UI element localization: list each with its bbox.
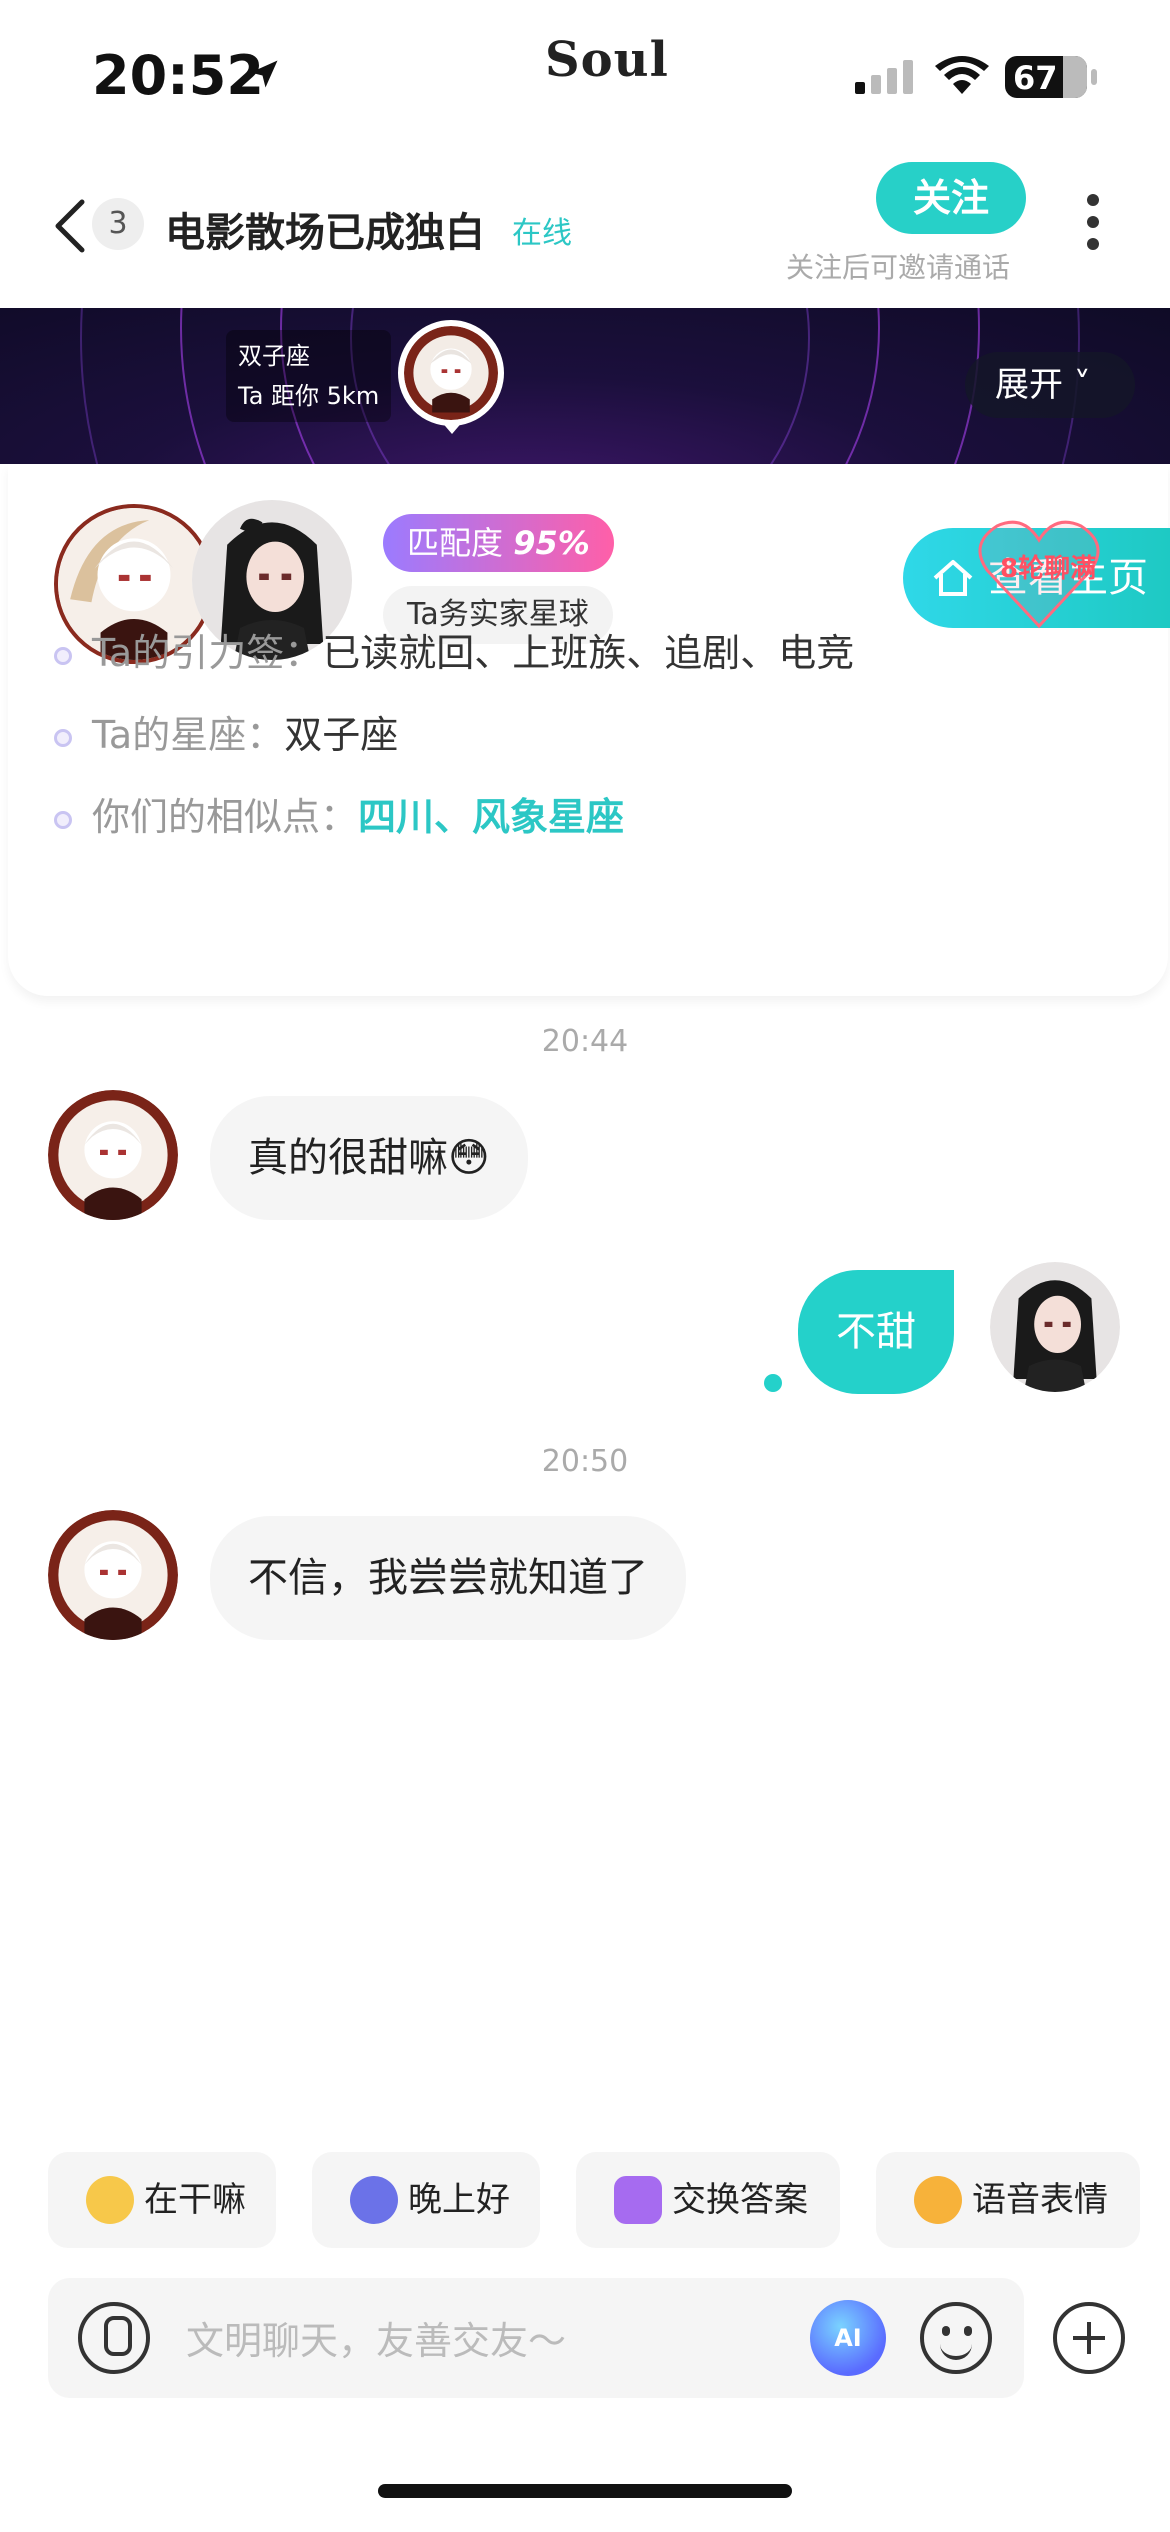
chat-header: 3 电影散场已成独白 在线 关注 关注后可邀请通话 [0, 150, 1170, 308]
their-chat-avatar[interactable] [48, 1090, 178, 1220]
map-pin-pointer [440, 420, 464, 434]
row-value: 已读就回、上班族、追剧、电竞 [322, 631, 855, 675]
their-chat-avatar[interactable] [48, 1510, 178, 1640]
quick-reply-label: 在干嘛 [144, 2180, 246, 2220]
cellular-signal-icon [855, 60, 913, 94]
status-time: 20:52 [92, 44, 264, 107]
voice-emoji-icon [914, 2176, 962, 2224]
follow-button[interactable]: 关注 [876, 162, 1026, 234]
sent-status-dot [764, 1374, 782, 1392]
banner-distance: Ta 距你 5km [238, 382, 380, 410]
message-timestamp: 20:50 [541, 1444, 629, 1479]
bullet-dot [54, 810, 72, 829]
quick-reply-label: 交换答案 [672, 2180, 808, 2220]
wifi-icon [935, 56, 989, 94]
location-arrow-icon [250, 60, 278, 88]
match-score-badge: 匹配度 95% [383, 514, 614, 572]
banner-avatar[interactable] [398, 320, 504, 426]
attraction-tags-row: Ta的引力签：已读就回、上班族、追剧、电竞 [54, 622, 854, 677]
unread-count-badge[interactable]: 3 [92, 198, 144, 250]
message-input-bar: 文明聊天，友善交友～ AI [48, 2278, 1024, 2398]
quick-reply-chip[interactable]: 交换答案 [576, 2152, 840, 2248]
home-icon [933, 560, 973, 596]
more-options-icon[interactable] [1085, 194, 1101, 258]
soul-logo: Soul [545, 32, 669, 88]
bullet-dot [54, 728, 72, 747]
row-value: 双子座 [284, 713, 399, 757]
chat-title: 电影散场已成独白 [165, 210, 485, 256]
quick-reply-chip[interactable]: 在干嘛 [48, 2152, 276, 2248]
distance-tag: 双子座 Ta 距你 5km [226, 330, 392, 422]
match-value: 95% [513, 524, 590, 562]
incoming-message[interactable]: 不信，我尝尝就知道了 [210, 1516, 686, 1640]
status-bar: 20:52 Soul 67 [0, 0, 1170, 150]
row-label: Ta的引力签： [92, 631, 323, 675]
zodiac-row: Ta的星座：双子座 [54, 704, 398, 759]
back-chevron-icon[interactable] [50, 196, 90, 256]
quick-reply-label: 语音表情 [972, 2180, 1108, 2220]
match-profile-card: 匹配度 95% Ta务实家星球 查看主页 8轮聊满 Ta的引力签：已读就回、上班… [8, 464, 1170, 996]
my-chat-avatar[interactable] [990, 1262, 1120, 1392]
row-label: Ta的星座： [92, 713, 285, 757]
microphone-icon[interactable] [78, 2302, 150, 2374]
ai-assistant-button[interactable]: AI [810, 2300, 886, 2376]
quick-reply-label: 晚上好 [408, 2180, 510, 2220]
plus-icon[interactable] [1053, 2302, 1125, 2374]
match-label: 匹配度 [407, 524, 504, 562]
row-value: 四川、风象星座 [358, 795, 625, 839]
moon-icon [350, 2176, 398, 2224]
battery-percent: 67 [1013, 59, 1058, 97]
swap-icon [614, 2176, 662, 2224]
home-indicator[interactable] [378, 2484, 792, 2498]
quick-reply-chip[interactable]: 晚上好 [312, 2152, 540, 2248]
expand-button[interactable]: 展开 ˅ [965, 352, 1135, 418]
battery-indicator: 67 [1005, 56, 1097, 98]
message-input[interactable]: 文明聊天，友善交友～ [186, 2310, 566, 2365]
quick-reply-chip[interactable]: 语音表情 [876, 2152, 1140, 2248]
outgoing-message[interactable]: 不甜 [798, 1270, 954, 1394]
chat-rounds-label: 8轮聊满 [1000, 554, 1097, 584]
row-label: 你们的相似点： [92, 795, 359, 839]
bullet-dot [54, 646, 72, 665]
banner-zodiac: 双子座 [238, 342, 310, 370]
follow-hint: 关注后可邀请通话 [786, 251, 1011, 284]
location-banner: 双子座 Ta 距你 5km 展开 ˅ [0, 308, 1170, 464]
incoming-message[interactable]: 真的很甜嘛😳 [210, 1096, 528, 1220]
emoji-icon[interactable] [920, 2302, 992, 2374]
online-status: 在线 [512, 216, 572, 251]
face-icon [86, 2176, 134, 2224]
message-timestamp: 20:44 [541, 1024, 629, 1059]
similarities-row: 你们的相似点：四川、风象星座 [54, 786, 624, 841]
